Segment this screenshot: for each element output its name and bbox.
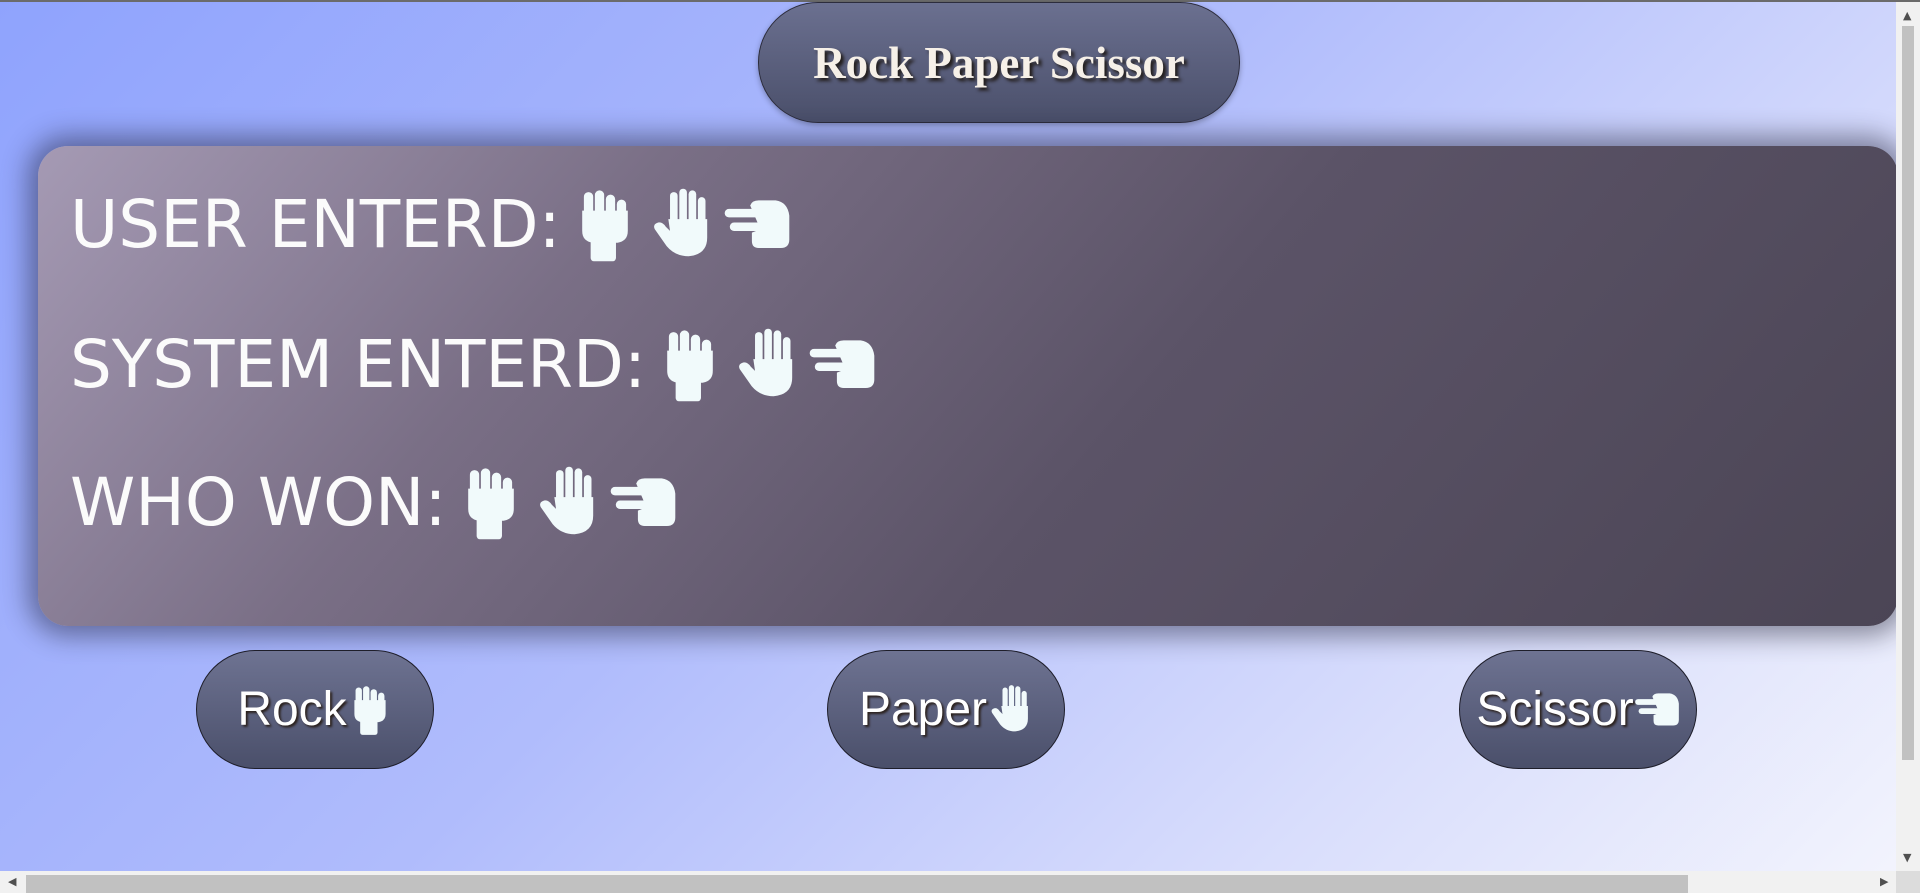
pointing-right-icon xyxy=(723,187,791,263)
horizontal-scrollbar-thumb[interactable] xyxy=(26,875,1688,893)
fist-icon xyxy=(347,684,393,736)
pointing-right-icon xyxy=(1634,684,1680,736)
scissor-button[interactable]: Scissor xyxy=(1459,650,1697,769)
scroll-right-arrow-icon[interactable]: ▶ xyxy=(1880,876,1888,887)
paper-button-label: Paper xyxy=(858,683,988,736)
system-choice-label: SYSTEM ENTERD: xyxy=(70,326,647,403)
system-choice-icons xyxy=(656,327,884,403)
vertical-scrollbar-thumb[interactable] xyxy=(1902,26,1914,760)
scroll-left-arrow-icon[interactable]: ◀ xyxy=(8,876,16,887)
pointing-right-icon xyxy=(808,327,876,403)
rock-button-label: Rock xyxy=(237,683,347,736)
raised-hand-icon xyxy=(533,465,601,541)
winner-label: WHO WON: xyxy=(70,464,447,541)
user-choice-row: USER ENTERD: xyxy=(70,186,799,263)
result-panel: USER ENTERD: SYSTEM ENTERD: WHO WON: xyxy=(38,146,1898,626)
page-title: Rock Paper Scissor xyxy=(813,37,1185,88)
fist-icon xyxy=(457,465,525,541)
user-choice-icons xyxy=(571,187,799,263)
raised-hand-icon xyxy=(732,327,800,403)
user-choice-label: USER ENTERD: xyxy=(70,186,561,263)
raised-hand-icon xyxy=(647,187,715,263)
scroll-down-arrow-icon[interactable]: ▼ xyxy=(1903,852,1911,863)
paper-button[interactable]: Paper xyxy=(827,650,1065,769)
system-choice-row: SYSTEM ENTERD: xyxy=(70,326,884,403)
scroll-up-arrow-icon[interactable]: ▲ xyxy=(1903,10,1911,21)
fist-icon xyxy=(571,187,639,263)
winner-icons xyxy=(457,465,685,541)
title-banner: Rock Paper Scissor xyxy=(758,2,1240,123)
raised-hand-icon xyxy=(987,684,1033,736)
winner-row: WHO WON: xyxy=(70,464,685,541)
rock-button[interactable]: Rock xyxy=(196,650,434,769)
fist-icon xyxy=(656,327,724,403)
scrollbar-corner xyxy=(1896,871,1920,893)
scissor-button-label: Scissor xyxy=(1476,683,1634,736)
pointing-right-icon xyxy=(609,465,677,541)
